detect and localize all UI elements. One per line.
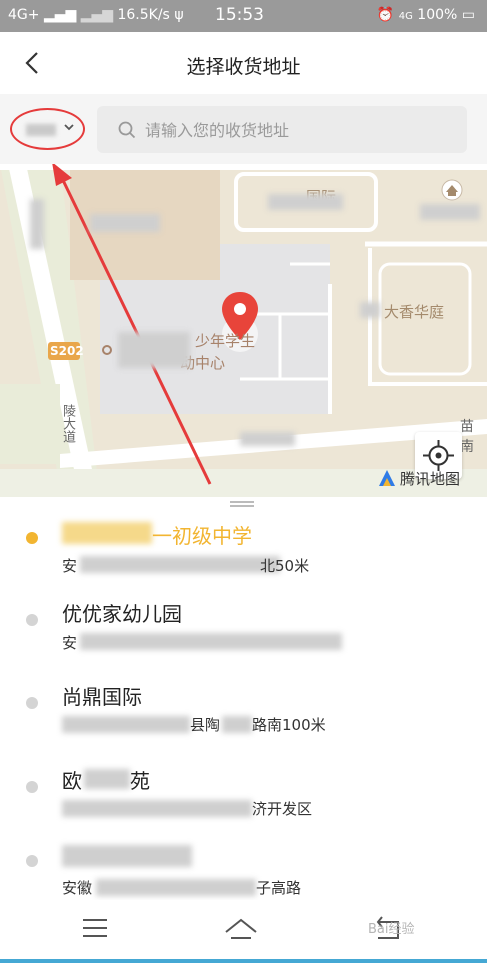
redacted-address: [96, 879, 256, 896]
network-type-right: 4G: [398, 11, 413, 22]
bottom-edge: [0, 959, 487, 963]
map-brand-text: 腾讯地图: [400, 470, 461, 488]
status-left: 4G+ ▂▄▆ ▂▄▆ 16.5K/s ψ: [8, 7, 184, 23]
list-dot: [26, 781, 38, 793]
list-item[interactable]: 一初级中学 安 北50米: [0, 510, 487, 590]
battery-level: 100%: [417, 7, 458, 23]
map-label-s202: S202: [50, 344, 84, 358]
redacted-map-4: [118, 332, 190, 368]
redacted-address: [62, 800, 252, 817]
battery-icon: ▭: [461, 7, 475, 23]
map-label-road: 陵大道: [60, 404, 75, 443]
address-list: 一初级中学 安 北50米 优优家幼儿园 安 尚鼎国际 县陶 路南100米 欧 苑…: [0, 500, 487, 910]
redacted-address: [80, 633, 342, 650]
redacted-map-3: [90, 214, 160, 232]
usb-icon: ψ: [174, 7, 184, 23]
redacted-address-2: [222, 716, 252, 733]
navbar: 选择收货地址: [0, 32, 487, 94]
redacted-address: [62, 716, 190, 733]
redacted-name: [84, 769, 130, 789]
redacted-map-5: [240, 432, 295, 446]
map-brand: 腾讯地图: [377, 468, 460, 489]
redacted-name: [62, 845, 192, 867]
map-label-road-right: 苗南: [460, 419, 474, 455]
search-input[interactable]: [143, 115, 447, 145]
city-selector[interactable]: [10, 108, 85, 150]
list-item-address-tail: 济开发区: [252, 800, 313, 818]
clock: 15:53: [215, 5, 264, 25]
search-box[interactable]: [97, 106, 467, 153]
list-dot: [26, 697, 38, 709]
list-item-name: 欧: [62, 769, 82, 793]
city-name-redacted: [26, 124, 56, 136]
list-item-address: 安: [62, 557, 78, 575]
redacted-name: [62, 522, 152, 544]
chevron-down-icon: [64, 124, 74, 131]
tencent-map-logo-icon: [379, 470, 395, 486]
list-dot: [26, 855, 38, 867]
status-bar: 4G+ ▂▄▆ ▂▄▆ 16.5K/s ψ 15:53 ⏰ 4G 100% ▭: [0, 0, 487, 32]
active-dot: [26, 532, 38, 544]
list-item-name: 尚鼎国际: [62, 685, 142, 709]
net-speed: 16.5K/s: [117, 7, 170, 23]
map-label-xianghuating: 大香华庭: [384, 303, 445, 321]
list-item[interactable]: 尚鼎国际 县陶 路南100米: [0, 677, 487, 757]
signal-icon-2: ▂▄▆: [80, 7, 114, 23]
redacted-map-6: [30, 199, 44, 249]
menu-icon[interactable]: [75, 912, 115, 944]
list-item-address-end: 路南100米: [252, 716, 326, 734]
network-type: 4G+: [8, 7, 40, 23]
list-item-address-tail: 县陶: [190, 716, 221, 734]
signal-icon: ▂▄▆: [43, 7, 77, 23]
list-item-name: 一初级中学: [152, 524, 252, 548]
list-item-address: 安徽: [62, 879, 93, 897]
map-view[interactable]: 国际 大香华庭 少年学生 动中心 S202 陵大道 苗南 腾讯地图: [0, 164, 487, 497]
search-icon: [118, 121, 136, 139]
map-label-school: 少年学生: [195, 332, 256, 350]
list-item-address-tail: 子高路: [256, 879, 302, 897]
status-right: ⏰ 4G 100% ▭: [377, 7, 475, 23]
list-item-name: 优优家幼儿园: [62, 602, 182, 626]
list-dot: [26, 614, 38, 626]
list-item-address: 安: [62, 634, 78, 652]
redacted-map-7: [360, 302, 380, 318]
redacted-map-2: [420, 204, 480, 220]
watermark: Bai经验: [368, 922, 415, 937]
list-item[interactable]: 欧 苑 济开发区: [0, 761, 487, 841]
home-icon[interactable]: [221, 912, 261, 944]
page-title: 选择收货地址: [186, 56, 301, 78]
list-item[interactable]: 优优家幼儿园 安: [0, 592, 487, 672]
redacted-map-1: [268, 194, 343, 210]
redacted-address: [80, 556, 280, 573]
list-item-name-tail: 苑: [130, 769, 150, 793]
list-item-address-tail: 北50米: [260, 557, 310, 575]
alarm-icon: ⏰: [376, 7, 395, 23]
search-row: [0, 94, 487, 164]
